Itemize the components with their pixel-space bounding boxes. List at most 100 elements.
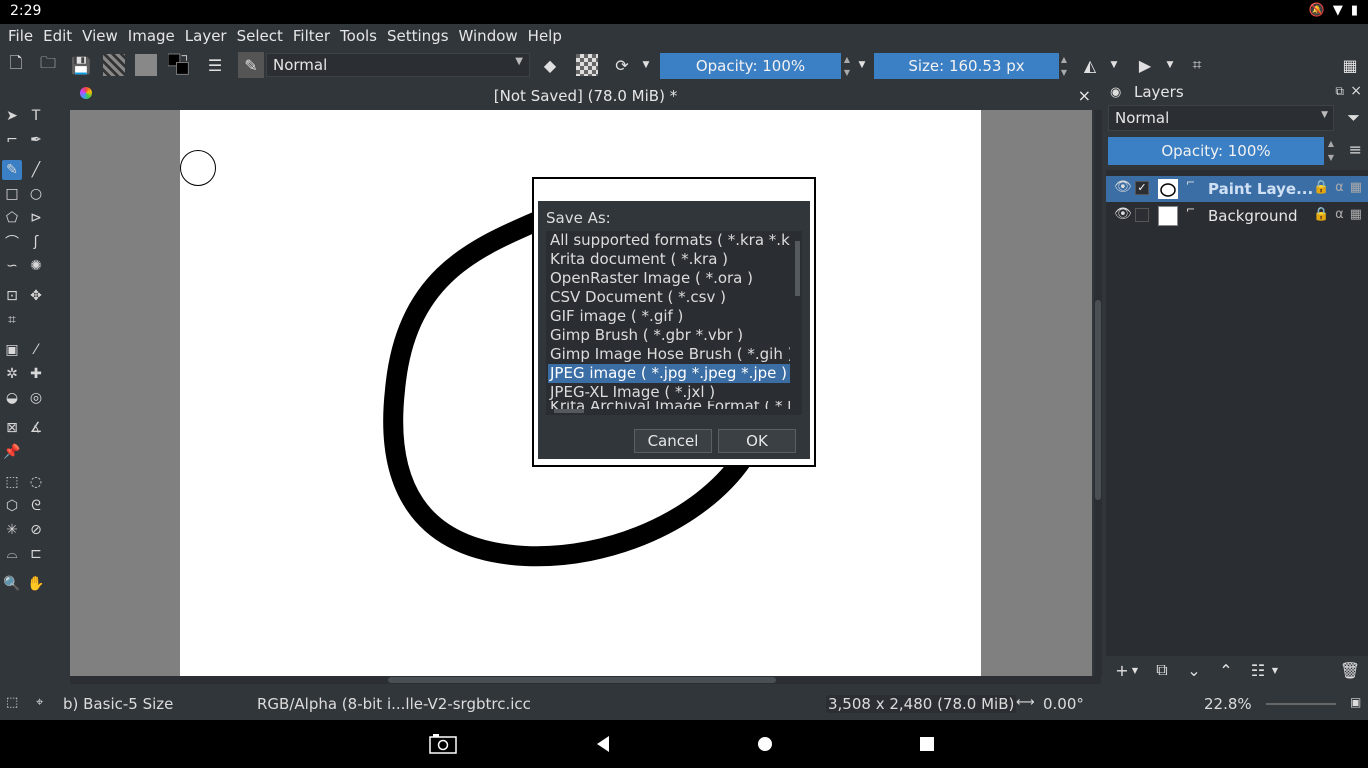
move-tool-icon[interactable]: ✥ [26,286,46,306]
measure-tool-icon[interactable]: ∡ [26,418,46,438]
menu-window[interactable]: Window [454,27,523,45]
layer-row-paint-layer[interactable]: 👁 ✓ ⌐ Paint Laye... 🔒 α ▦ [1106,176,1368,202]
format-item[interactable]: Gimp Brush ( *.gbr *.vbr ) [548,326,790,345]
size-spin-arrows[interactable]: ▲ ▼ [1059,53,1069,79]
format-item[interactable]: All supported formats ( *.kra *.krz [548,231,790,250]
menu-layer[interactable]: Layer [180,27,232,45]
smart-patch-tool-icon[interactable]: ✚ [26,364,46,384]
layer-checkbox[interactable]: ✓ [1135,181,1149,195]
float-docker-icon[interactable]: ⧉ [1335,84,1344,99]
visibility-eye-icon[interactable]: 👁 [1114,179,1132,195]
select-shapes-tool-icon[interactable]: ➤ [2,106,22,126]
close-icon[interactable]: × [1350,83,1362,99]
selection-display-icon[interactable]: ⬚ [6,695,18,710]
reload-preset-icon[interactable]: ⟳ [611,54,633,76]
zoom-slider[interactable] [1266,703,1336,705]
size-slider[interactable]: Size: 160.53 px [874,53,1059,79]
transform-tool-icon[interactable]: ⊡ [2,286,22,306]
fullscreen-icon[interactable]: ▣ [1350,695,1361,709]
chevron-down-icon[interactable]: ▼ [1164,54,1176,76]
mirror-vertical-icon[interactable]: ▶ [1134,54,1156,76]
gradient-tool-icon[interactable]: ▣ [2,340,22,360]
layer-name[interactable]: Background [1208,207,1298,225]
freehand-brush-tool-icon[interactable]: ✎ [2,160,22,180]
filter-icon[interactable]: ⏷ [1347,108,1360,128]
format-list-horizontal-scrollbar[interactable] [546,407,792,415]
format-item[interactable]: CSV Document ( *.csv ) [548,288,790,307]
chevron-down-icon[interactable]: ▼ [1130,660,1140,680]
layer-checkbox[interactable] [1135,208,1149,222]
menu-view[interactable]: View [77,27,123,45]
zoom-value[interactable]: 22.8% [1204,695,1252,713]
fill-tool-icon[interactable]: ◒ [2,388,22,408]
brush-settings-icon[interactable]: ☰ [204,54,226,76]
menu-image[interactable]: Image [123,27,180,45]
layer-opacity-spin-arrows[interactable]: ▲ ▼ [1326,137,1336,165]
format-item[interactable]: GIF image ( *.gif ) [548,307,790,326]
magnetic-selection-tool-icon[interactable]: ⊏ [26,544,46,564]
menu-select[interactable]: Select [232,27,288,45]
eraser-icon[interactable]: ◆ [539,54,561,76]
polygon-tool-icon[interactable]: ⬠ [2,208,22,228]
menu-edit[interactable]: Edit [38,27,77,45]
colorize-mask-tool-icon[interactable]: ✲ [2,364,22,384]
calligraphy-tool-icon[interactable]: ✒ [26,130,46,150]
gradient-picker-icon[interactable] [103,54,125,76]
move-layer-up-icon[interactable]: ⌃ [1216,660,1236,680]
reference-images-tool-icon[interactable]: 📌 [2,442,22,462]
format-item[interactable]: OpenRaster Image ( *.ora ) [548,269,790,288]
layer-opacity-slider[interactable]: Opacity: 100% [1108,137,1324,165]
home-icon[interactable] [752,732,778,756]
polyline-tool-icon[interactable]: ⊳ [26,208,46,228]
chevron-down-icon[interactable]: ▼ [1270,660,1280,680]
bezier-curve-tool-icon[interactable]: ⌒ [2,232,22,252]
line-tool-icon[interactable]: ╱ [26,160,46,180]
contiguous-selection-tool-icon[interactable]: ✳ [2,520,22,540]
inherit-alpha-icon[interactable]: ▦ [1350,180,1362,195]
duplicate-layer-icon[interactable]: ⧉ [1152,660,1172,680]
visibility-eye-icon[interactable]: 👁 [1114,206,1132,222]
assistant-tool-icon[interactable]: ⊠ [2,418,22,438]
format-item-selected[interactable]: JPEG image ( *.jpg *.jpeg *.jpe ) [548,364,790,383]
brush-preset-icon[interactable]: ✎ [238,52,264,78]
canvas-horizontal-scrollbar[interactable] [70,676,1101,684]
menu-filter[interactable]: Filter [288,27,335,45]
rectangle-tool-icon[interactable]: □ [2,184,22,204]
back-icon[interactable] [590,732,616,756]
menu-file[interactable]: File [3,27,38,45]
mirror-horizontal-icon[interactable]: ◭ [1079,54,1101,76]
polygonal-selection-tool-icon[interactable]: ⬡ [2,496,22,516]
foreground-background-color-icon[interactable] [168,53,190,76]
layer-properties-icon[interactable]: ☷ [1248,660,1268,680]
multibrush-tool-icon[interactable]: ✺ [26,256,46,276]
chevron-down-icon[interactable]: ▼ [856,54,868,76]
rectangular-selection-tool-icon[interactable]: ⬚ [2,472,22,492]
new-document-icon[interactable]: 🗋 [5,53,27,76]
format-item[interactable]: Gimp Image Hose Brush ( *.gih ) [548,345,790,364]
format-list[interactable]: All supported formats ( *.kra *.krz Krit… [546,231,802,415]
preserve-alpha-icon[interactable] [576,54,598,76]
format-item[interactable]: JPEG-XL Image ( *.jxl ) [548,383,790,402]
pattern-picker-icon[interactable] [135,54,157,76]
bezier-selection-tool-icon[interactable]: ⌓ [2,544,22,564]
layer-row-background[interactable]: 👁 ⌐ Background 🔒 α ▦ [1106,203,1368,229]
menu-icon[interactable]: ≡ [1349,140,1362,159]
opacity-slider[interactable]: Opacity: 100% [660,53,841,79]
rotation-value[interactable]: 0.00° [1043,695,1084,713]
crop-tool-icon[interactable]: ⌗ [2,310,22,330]
lock-icon[interactable]: 🔒 [1313,207,1329,222]
move-layer-down-icon[interactable]: ⌄ [1184,660,1204,680]
delete-layer-icon[interactable]: 🗑 [1340,660,1360,680]
menu-help[interactable]: Help [523,27,567,45]
text-tool-icon[interactable]: T [26,106,46,126]
alpha-lock-icon[interactable]: α [1335,207,1344,222]
layer-name[interactable]: Paint Laye... [1208,180,1313,198]
edit-shapes-tool-icon[interactable]: ⌐ [2,130,22,150]
inherit-alpha-icon[interactable]: ▦ [1350,207,1362,222]
add-layer-icon[interactable]: + [1112,660,1132,680]
format-list-vertical-scrollbar[interactable] [792,231,802,407]
opacity-spin-arrows[interactable]: ▲ ▼ [842,53,852,79]
ok-button[interactable]: OK [718,429,796,453]
chevron-down-icon[interactable]: ▼ [1108,54,1120,76]
canvas-vertical-scrollbar[interactable] [1094,110,1102,676]
